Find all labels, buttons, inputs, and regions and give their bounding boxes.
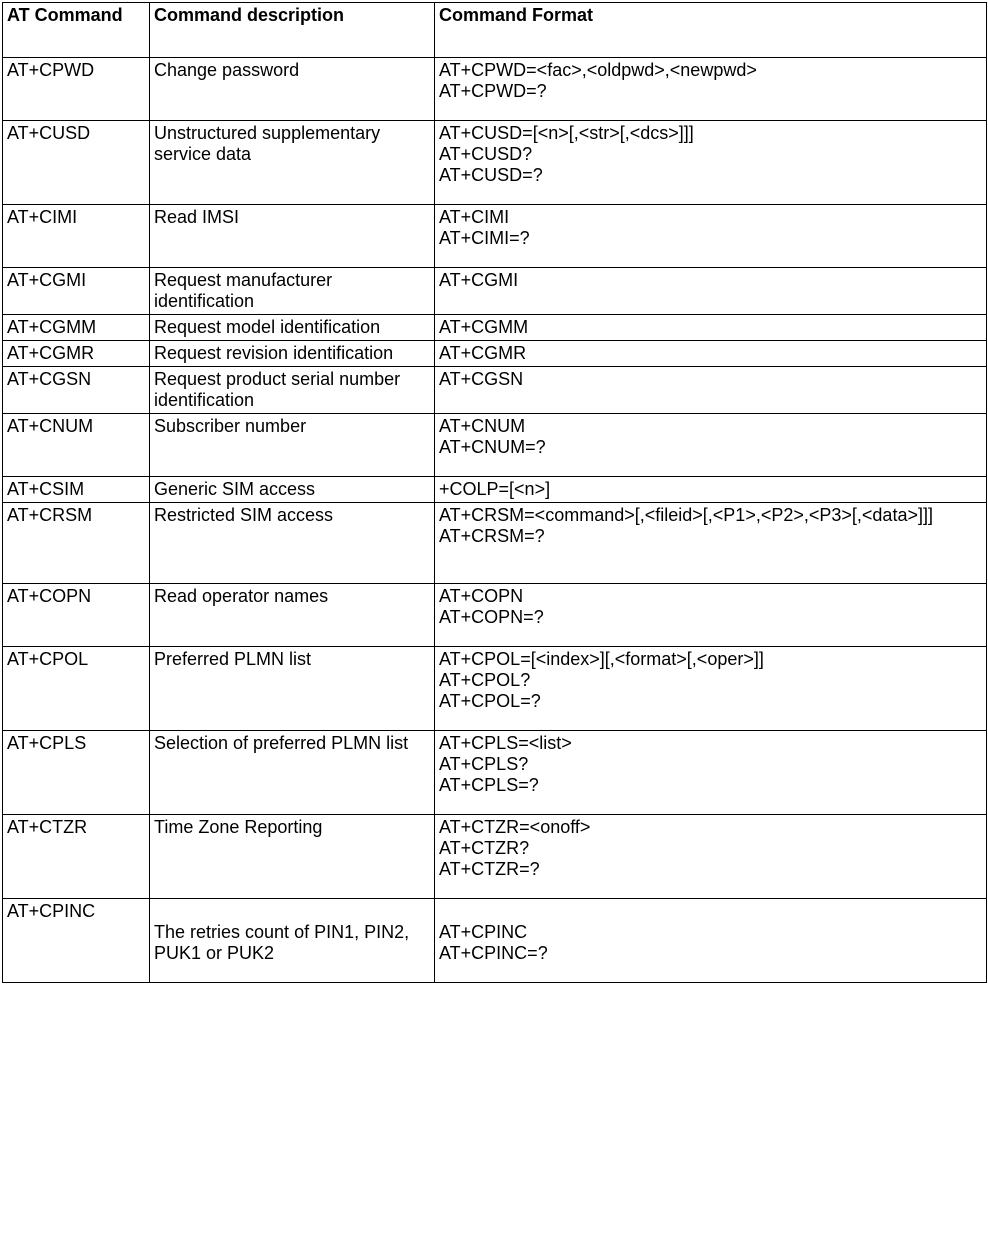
cell-at-command: AT+CGMM — [3, 315, 150, 341]
cell-format: +COLP=[<n>] — [435, 477, 987, 503]
cell-at-command: AT+CPLS — [3, 731, 150, 815]
cell-format: AT+CIMI AT+CIMI=? — [435, 205, 987, 268]
table-row: AT+CGMMRequest model identificationAT+CG… — [3, 315, 987, 341]
cell-format: AT+CGMR — [435, 341, 987, 367]
cell-at-command: AT+CSIM — [3, 477, 150, 503]
table-row: AT+CUSDUnstructured supplementary servic… — [3, 121, 987, 205]
cell-description: Generic SIM access — [150, 477, 435, 503]
cell-format: AT+CRSM=<command>[,<fileid>[,<P1>,<P2>,<… — [435, 503, 987, 584]
cell-at-command: AT+CGSN — [3, 367, 150, 414]
table-row: AT+CSIMGeneric SIM access+COLP=[<n>] — [3, 477, 987, 503]
cell-description: Change password — [150, 58, 435, 121]
cell-description: Restricted SIM access — [150, 503, 435, 584]
table-row: AT+CIMIRead IMSIAT+CIMI AT+CIMI=? — [3, 205, 987, 268]
cell-at-command: AT+CPOL — [3, 647, 150, 731]
cell-description: Preferred PLMN list — [150, 647, 435, 731]
table-row: AT+CNUMSubscriber numberAT+CNUM AT+CNUM=… — [3, 414, 987, 477]
header-format: Command Format — [435, 3, 987, 58]
cell-at-command: AT+CGMI — [3, 268, 150, 315]
cell-description: Subscriber number — [150, 414, 435, 477]
cell-description: Request manufacturer identification — [150, 268, 435, 315]
cell-format: AT+CTZR=<onoff> AT+CTZR? AT+CTZR=? — [435, 815, 987, 899]
table-row: AT+CPINC The retries count of PIN1, PIN2… — [3, 899, 987, 983]
cell-description: Read IMSI — [150, 205, 435, 268]
cell-format: AT+CPWD=<fac>,<oldpwd>,<newpwd> AT+CPWD=… — [435, 58, 987, 121]
at-command-table: AT Command Command description Command F… — [2, 2, 987, 983]
cell-format: AT+CPLS=<list> AT+CPLS? AT+CPLS=? — [435, 731, 987, 815]
cell-format: AT+CNUM AT+CNUM=? — [435, 414, 987, 477]
cell-at-command: AT+CUSD — [3, 121, 150, 205]
table-row: AT+CRSMRestricted SIM accessAT+CRSM=<com… — [3, 503, 987, 584]
cell-format: AT+CPINC AT+CPINC=? — [435, 899, 987, 983]
cell-at-command: AT+CRSM — [3, 503, 150, 584]
cell-description: Selection of preferred PLMN list — [150, 731, 435, 815]
cell-at-command: AT+COPN — [3, 584, 150, 647]
cell-description: Time Zone Reporting — [150, 815, 435, 899]
table-row: AT+CPLSSelection of preferred PLMN listA… — [3, 731, 987, 815]
table-row: AT+COPNRead operator namesAT+COPN AT+COP… — [3, 584, 987, 647]
table-row: AT+CPWDChange passwordAT+CPWD=<fac>,<old… — [3, 58, 987, 121]
cell-description: Read operator names — [150, 584, 435, 647]
cell-format: AT+CGSN — [435, 367, 987, 414]
cell-format: AT+CGMI — [435, 268, 987, 315]
cell-format: AT+CGMM — [435, 315, 987, 341]
cell-format: AT+CUSD=[<n>[,<str>[,<dcs>]]] AT+CUSD? A… — [435, 121, 987, 205]
cell-description: Unstructured supplementary service data — [150, 121, 435, 205]
table-row: AT+CPOLPreferred PLMN listAT+CPOL=[<inde… — [3, 647, 987, 731]
cell-description: Request product serial number identifica… — [150, 367, 435, 414]
cell-at-command: AT+CPINC — [3, 899, 150, 983]
cell-description: The retries count of PIN1, PIN2, PUK1 or… — [150, 899, 435, 983]
cell-at-command: AT+CPWD — [3, 58, 150, 121]
cell-at-command: AT+CTZR — [3, 815, 150, 899]
header-at-command: AT Command — [3, 3, 150, 58]
cell-at-command: AT+CNUM — [3, 414, 150, 477]
cell-description: Request model identification — [150, 315, 435, 341]
cell-description: Request revision identification — [150, 341, 435, 367]
table-row: AT+CGSNRequest product serial number ide… — [3, 367, 987, 414]
table-header-row: AT Command Command description Command F… — [3, 3, 987, 58]
table-row: AT+CTZRTime Zone ReportingAT+CTZR=<onoff… — [3, 815, 987, 899]
cell-format: AT+CPOL=[<index>][,<format>[,<oper>]] AT… — [435, 647, 987, 731]
cell-at-command: AT+CGMR — [3, 341, 150, 367]
table-row: AT+CGMRRequest revision identificationAT… — [3, 341, 987, 367]
table-row: AT+CGMIRequest manufacturer identificati… — [3, 268, 987, 315]
cell-format: AT+COPN AT+COPN=? — [435, 584, 987, 647]
cell-at-command: AT+CIMI — [3, 205, 150, 268]
header-description: Command description — [150, 3, 435, 58]
